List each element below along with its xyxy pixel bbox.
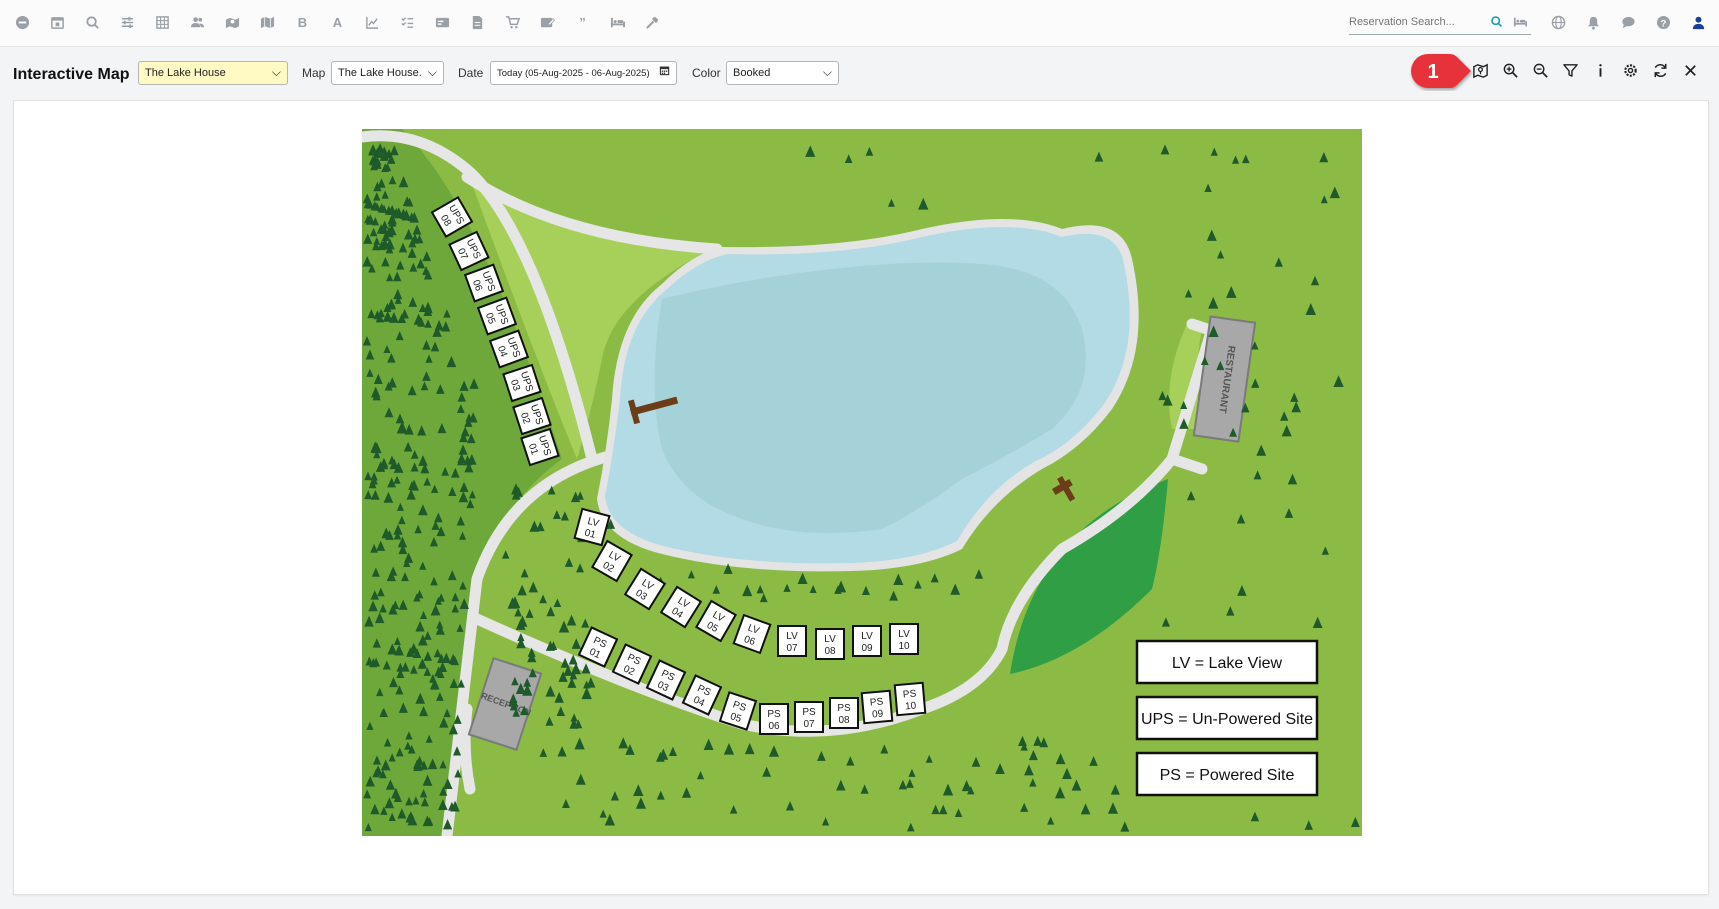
date-picker[interactable]: Today (05-Aug-2025 - 06-Aug-2025) <box>490 61 677 85</box>
property-select[interactable]: The Lake House ⌵ <box>138 61 288 85</box>
map-select[interactable]: The Lake House. ⌵ <box>331 61 444 85</box>
date-label: Date <box>458 66 484 80</box>
help-icon[interactable]: ? <box>1653 12 1674 33</box>
site-tag-label: 09 <box>861 643 873 654</box>
site-tag-label: 10 <box>898 641 910 652</box>
legend-item: PS = Powered Site <box>1160 767 1295 784</box>
site-tag-label: LV <box>824 634 836 645</box>
top-navigation-bar: B A ” ? <box>0 0 1719 47</box>
zoom-in-icon[interactable] <box>1500 60 1521 81</box>
legend-item: UPS = Un-Powered Site <box>1141 711 1313 728</box>
bold-b-icon[interactable]: B <box>292 12 313 33</box>
site-tag-label: LV <box>861 631 873 642</box>
bed-icon[interactable] <box>1513 15 1527 34</box>
refresh-icon[interactable] <box>1650 60 1671 81</box>
users-icon[interactable] <box>187 12 208 33</box>
document-icon[interactable] <box>467 12 488 33</box>
date-value: Today (05-Aug-2025 - 06-Aug-2025) <box>497 67 650 79</box>
site-tag-label: PS <box>837 703 851 714</box>
chat-icon[interactable] <box>1618 12 1639 33</box>
globe-icon[interactable] <box>1548 12 1569 33</box>
chevron-down-icon: ⌵ <box>822 65 832 79</box>
site-tag-label: 08 <box>824 646 836 657</box>
edit-card-icon[interactable] <box>537 12 558 33</box>
site-tag-label: PS <box>902 688 917 700</box>
quote-icon[interactable]: ” <box>572 12 593 33</box>
checklist-icon[interactable] <box>397 12 418 33</box>
property-select-value: The Lake House <box>145 67 226 79</box>
site-tag[interactable]: LV09 <box>852 625 882 657</box>
color-select[interactable]: Booked ⌵ <box>726 61 839 85</box>
info-icon[interactable] <box>1590 60 1611 81</box>
calendar-icon[interactable] <box>659 65 670 79</box>
top-nav-icons: B A ” <box>12 12 663 33</box>
map-label: Map <box>302 66 326 80</box>
site-tag-label: PS <box>802 707 816 718</box>
chevron-down-icon: ⌵ <box>271 65 281 79</box>
site-tag[interactable]: PS07 <box>794 701 824 733</box>
site-tag-label: PS <box>869 696 884 708</box>
search-icon[interactable] <box>1490 15 1503 33</box>
cart-icon[interactable] <box>502 12 523 33</box>
site-tag-label: PS <box>767 709 781 720</box>
site-tag-label: 07 <box>786 643 798 654</box>
page-title: Interactive Map <box>13 66 130 83</box>
site-tag[interactable]: PS08 <box>829 697 859 729</box>
map-pin-icon[interactable] <box>222 12 243 33</box>
map-panel: RESTAURANT RECEPTION UPS 08 UPS 07 UPS 06 UPS 0… <box>13 100 1709 895</box>
minus-circle-icon[interactable] <box>12 12 33 33</box>
reservation-search[interactable] <box>1349 12 1531 35</box>
site-tag-label: 07 <box>803 719 815 730</box>
site-tag-label: 09 <box>872 708 884 720</box>
wrench-icon[interactable] <box>642 12 663 33</box>
site-tag[interactable]: PS09 <box>860 689 894 725</box>
site-tag[interactable]: LV07 <box>777 625 807 657</box>
bell-icon[interactable] <box>1583 12 1604 33</box>
map-legend: LV = Lake View UPS = Un-Powered Site PS … <box>1135 639 1319 797</box>
color-label: Color <box>692 66 721 80</box>
site-tag-label: 10 <box>905 700 917 712</box>
top-right-icons: ? <box>1548 12 1709 33</box>
chevron-down-icon: ⌵ <box>427 65 437 79</box>
site-tag[interactable]: PS06 <box>759 703 789 735</box>
grid-icon[interactable] <box>152 12 173 33</box>
site-tag-label: 06 <box>768 721 780 732</box>
settings-icon[interactable] <box>1620 60 1641 81</box>
user-icon[interactable] <box>1688 12 1709 33</box>
map-action-icons <box>1470 60 1701 81</box>
svg-text:?: ? <box>1661 18 1667 28</box>
reservation-search-input[interactable] <box>1349 13 1489 31</box>
callout-number: 1 <box>1427 61 1438 83</box>
site-tag[interactable]: LV10 <box>889 623 919 655</box>
zoom-out-icon[interactable] <box>1530 60 1551 81</box>
map-select-value: The Lake House. <box>338 67 422 79</box>
search-icon[interactable] <box>82 12 103 33</box>
site-tag[interactable]: PS10 <box>893 681 927 717</box>
site-tag-label: LV <box>786 631 798 642</box>
color-select-value: Booked <box>733 67 771 79</box>
filter-icon[interactable] <box>1560 60 1581 81</box>
bed-icon[interactable] <box>607 12 628 33</box>
site-tag[interactable]: LV08 <box>815 628 845 660</box>
calendar-icon[interactable] <box>47 12 68 33</box>
map-icon[interactable] <box>257 12 278 33</box>
interactive-map[interactable]: RESTAURANT RECEPTION UPS08UPS07UPS06UPS0… <box>362 129 1362 836</box>
legend-item: LV = Lake View <box>1172 655 1283 672</box>
line-chart-icon[interactable] <box>362 12 383 33</box>
close-icon[interactable] <box>1680 60 1701 81</box>
card-icon[interactable] <box>432 12 453 33</box>
callout-marker: 1 <box>1411 54 1471 88</box>
sliders-icon[interactable] <box>117 12 138 33</box>
site-tag-label: LV <box>898 629 910 640</box>
site-tag-label: 08 <box>838 715 850 726</box>
font-a-icon[interactable]: A <box>327 12 348 33</box>
